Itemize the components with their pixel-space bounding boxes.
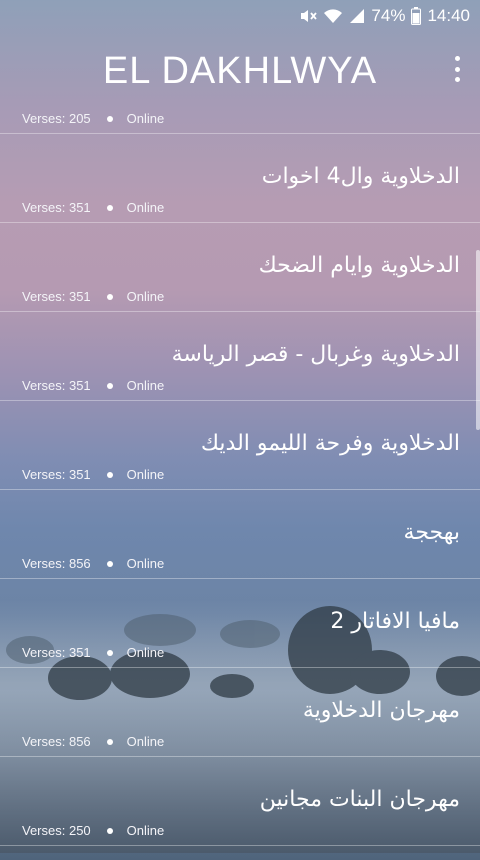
item-title: الدخلاوية وايام الضحك	[258, 253, 460, 278]
signal-icon	[349, 8, 365, 24]
list-item[interactable]: الدخلاوية وايام الضحك Verses: 351 Online	[0, 223, 480, 312]
dot-icon	[106, 115, 113, 122]
item-meta: Verses: 351 Online	[22, 200, 164, 215]
menu-dot	[454, 56, 460, 61]
dot-icon	[106, 560, 113, 567]
status-label: Online	[126, 734, 165, 749]
item-meta: Verses: 856 Online	[22, 556, 164, 571]
dot-icon	[106, 827, 113, 834]
verses-count: Verses: 856	[22, 734, 91, 749]
verses-count: Verses: 351	[22, 467, 91, 482]
dot-icon	[106, 738, 113, 745]
verses-count: Verses: 205	[22, 111, 91, 126]
dot-icon	[106, 471, 113, 478]
item-meta: Verses: 205 Online	[22, 111, 164, 126]
more-vert-icon[interactable]	[452, 56, 462, 82]
list-item[interactable]: مافيا الافاتار 2 Verses: 351 Online	[0, 579, 480, 668]
clock: 14:40	[427, 6, 470, 25]
wifi-icon	[323, 8, 343, 24]
status-label: Online	[126, 645, 165, 660]
status-label: Online	[126, 111, 165, 126]
list-item[interactable]: الدخلاوية وفرحة الليمو الديك Verses: 351…	[0, 401, 480, 490]
item-title: الدخلاوية وغربال - قصر الرياسة	[171, 342, 460, 367]
list-item[interactable]: الدخلاوية وغربال - قصر الرياسة Verses: 3…	[0, 312, 480, 401]
list-item[interactable]: الدخلاوية وال4 اخوات Verses: 351 Online	[0, 134, 480, 223]
status-label: Online	[126, 378, 165, 393]
dot-icon	[106, 382, 113, 389]
verses-count: Verses: 351	[22, 378, 91, 393]
verses-count: Verses: 351	[22, 289, 91, 304]
dot-icon	[106, 649, 113, 656]
mute-icon	[299, 8, 318, 24]
status-label: Online	[126, 200, 165, 215]
battery-percent: 74%	[371, 6, 406, 25]
item-meta: Verses: 351 Online	[22, 289, 164, 304]
item-meta: Verses: 856 Online	[22, 734, 164, 749]
item-title: مهرجان الدخلاوية	[302, 698, 460, 723]
item-meta: Verses: 250 Online	[22, 823, 164, 838]
item-title: مافيا الافاتار 2	[330, 609, 460, 634]
dot-icon	[106, 293, 113, 300]
battery-icon	[411, 7, 422, 25]
list-item[interactable]: مهرجان الدخلاوية Verses: 856 Online	[0, 668, 480, 757]
status-label: Online	[126, 556, 165, 571]
verses-count: Verses: 351	[22, 645, 91, 660]
menu-dot	[454, 77, 460, 82]
status-bar: 74% 14:40	[0, 0, 480, 32]
app-bar: EL DAKHLWYA	[0, 32, 480, 108]
item-title: مهرجان البنات مجانين	[259, 787, 460, 812]
list-item[interactable]: Verses: 205 Online	[0, 108, 480, 134]
item-title: الدخلاوية وال4 اخوات	[261, 164, 460, 189]
status-label: Online	[126, 467, 165, 482]
list-item[interactable]: بهججة Verses: 856 Online	[0, 490, 480, 579]
list-item[interactable]: مهرجان البنات مجانين Verses: 250 Online	[0, 757, 480, 846]
item-meta: Verses: 351 Online	[22, 645, 164, 660]
menu-dot	[454, 66, 460, 72]
song-list[interactable]: Verses: 205 Online الدخلاوية وال4 اخوات …	[0, 108, 480, 853]
item-meta: Verses: 351 Online	[22, 378, 164, 393]
verses-count: Verses: 351	[22, 200, 91, 215]
verses-count: Verses: 250	[22, 823, 91, 838]
dot-icon	[106, 204, 113, 211]
scrollbar[interactable]	[476, 250, 480, 430]
item-meta: Verses: 351 Online	[22, 467, 164, 482]
status-label: Online	[126, 289, 165, 304]
status-label: Online	[126, 823, 165, 838]
verses-count: Verses: 856	[22, 556, 91, 571]
app-title: EL DAKHLWYA	[102, 50, 378, 92]
item-title: بهججة	[403, 520, 460, 545]
item-title: الدخلاوية وفرحة الليمو الديك	[200, 431, 460, 456]
